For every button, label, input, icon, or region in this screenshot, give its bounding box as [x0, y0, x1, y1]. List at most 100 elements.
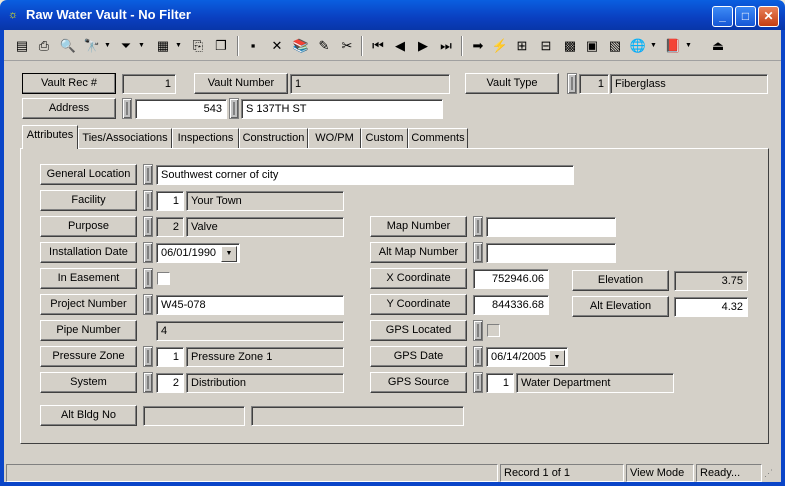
- system-lookup-icon[interactable]: [143, 372, 153, 393]
- gis-icon[interactable]: ▧: [604, 35, 626, 57]
- address-street-field[interactable]: S 137TH ST: [241, 99, 443, 119]
- purpose-button[interactable]: Purpose: [40, 216, 137, 237]
- y-coordinate-field[interactable]: 844336.68: [473, 295, 549, 315]
- general-location-lookup-icon[interactable]: [143, 164, 153, 185]
- alt-map-number-button[interactable]: Alt Map Number: [370, 242, 467, 263]
- new-record-icon[interactable]: ▪: [242, 35, 264, 57]
- globe-icon[interactable]: 🌐: [627, 35, 649, 57]
- duplicate-icon[interactable]: ❐: [210, 35, 232, 57]
- project-number-lookup-icon[interactable]: [143, 294, 153, 315]
- prev-record-icon[interactable]: ◀: [389, 35, 411, 57]
- installation-date-button[interactable]: Installation Date: [40, 242, 137, 263]
- alt-bldg-no-button[interactable]: Alt Bldg No: [40, 405, 137, 426]
- in-easement-checkbox[interactable]: [157, 272, 170, 285]
- delete-icon[interactable]: ✕: [266, 35, 288, 57]
- system-code[interactable]: 2: [156, 373, 184, 393]
- pressure-zone-button[interactable]: Pressure Zone: [40, 346, 137, 367]
- x-coordinate-field[interactable]: 752946.06: [473, 269, 549, 289]
- next-record-icon[interactable]: ▶: [412, 35, 434, 57]
- exit-icon[interactable]: ⏏: [707, 35, 729, 57]
- lightning-icon[interactable]: ⚡: [489, 35, 511, 57]
- system-button[interactable]: System: [40, 372, 137, 393]
- gps-date-field[interactable]: 06/14/2005 ▼: [486, 347, 568, 367]
- installation-date-field[interactable]: 06/01/1990 ▼: [156, 243, 240, 263]
- vault-type-lookup-icon[interactable]: [567, 73, 577, 94]
- calculator-icon[interactable]: ▣: [581, 35, 603, 57]
- tab-ties-associations[interactable]: Ties/Associations: [78, 128, 172, 148]
- maximize-button[interactable]: □: [735, 6, 756, 27]
- minimize-button[interactable]: _: [712, 6, 733, 27]
- resize-grip-icon[interactable]: ⋰: [764, 466, 778, 480]
- tab-wo-pm[interactable]: WO/PM: [308, 128, 361, 148]
- gps-located-checkbox[interactable]: [487, 324, 500, 337]
- gps-date-button[interactable]: GPS Date: [370, 346, 467, 367]
- map-number-button[interactable]: Map Number: [370, 216, 467, 237]
- in-easement-button[interactable]: In Easement: [40, 268, 137, 289]
- find-icon[interactable]: 🔭: [81, 35, 103, 57]
- dropdown-arrow-icon[interactable]: ▼: [175, 35, 182, 57]
- gps-located-button[interactable]: GPS Located: [370, 320, 467, 341]
- installation-date-lookup-icon[interactable]: [143, 242, 153, 263]
- y-coordinate-button[interactable]: Y Coordinate: [370, 294, 467, 315]
- general-location-field[interactable]: Southwest corner of city: [156, 165, 574, 185]
- installation-date-dropdown-icon[interactable]: ▼: [221, 246, 237, 262]
- facility-code[interactable]: 1: [156, 191, 184, 211]
- tab-inspections[interactable]: Inspections: [172, 128, 239, 148]
- edit-pencil-icon[interactable]: ✎: [313, 35, 335, 57]
- vault-rec-button[interactable]: Vault Rec #: [22, 73, 116, 94]
- general-location-button[interactable]: General Location: [40, 164, 137, 185]
- save-icon[interactable]: ▤: [11, 35, 33, 57]
- alt-map-number-field[interactable]: [486, 243, 616, 263]
- in-easement-lookup-icon[interactable]: [143, 268, 153, 289]
- tab-attributes[interactable]: Attributes: [22, 125, 78, 149]
- map-icon[interactable]: ▩: [559, 35, 581, 57]
- vault-number-button[interactable]: Vault Number: [194, 73, 288, 94]
- print-preview-icon[interactable]: 🔍: [57, 35, 79, 57]
- alt-map-number-lookup-icon[interactable]: [473, 242, 483, 263]
- gps-source-lookup-icon[interactable]: [473, 372, 483, 393]
- dropdown-arrow-icon[interactable]: ▼: [650, 35, 657, 57]
- pressure-zone-code[interactable]: 1: [156, 347, 184, 367]
- address-button[interactable]: Address: [22, 98, 116, 119]
- goto-icon[interactable]: ➡: [467, 35, 489, 57]
- map-link-icon[interactable]: ⊞: [511, 35, 533, 57]
- book-icon[interactable]: 📕: [662, 35, 684, 57]
- first-record-icon[interactable]: ⏮: [367, 35, 389, 57]
- report-icon[interactable]: ▦: [152, 35, 174, 57]
- pressure-zone-lookup-icon[interactable]: [143, 346, 153, 367]
- address-number-field[interactable]: 543: [135, 99, 227, 119]
- project-number-button[interactable]: Project Number: [40, 294, 137, 315]
- alt-elevation-field[interactable]: 4.32: [674, 297, 748, 317]
- gps-located-lookup-icon[interactable]: [473, 320, 483, 341]
- street-lookup-icon[interactable]: [229, 98, 239, 119]
- close-button[interactable]: ✕: [758, 6, 779, 27]
- books-icon[interactable]: 📚: [290, 35, 312, 57]
- map-number-field[interactable]: [486, 217, 616, 237]
- gps-source-code[interactable]: 1: [486, 373, 514, 393]
- gps-date-dropdown-icon[interactable]: ▼: [549, 350, 565, 366]
- tab-custom[interactable]: Custom: [361, 128, 408, 148]
- address-lookup-icon[interactable]: [122, 98, 132, 119]
- cut-icon[interactable]: ✂: [336, 35, 358, 57]
- facility-lookup-icon[interactable]: [143, 190, 153, 211]
- tree-icon[interactable]: ⊟: [535, 35, 557, 57]
- tab-comments[interactable]: Comments: [408, 128, 468, 148]
- map-number-lookup-icon[interactable]: [473, 216, 483, 237]
- gps-date-lookup-icon[interactable]: [473, 346, 483, 367]
- facility-button[interactable]: Facility: [40, 190, 137, 211]
- purpose-lookup-icon[interactable]: [143, 216, 153, 237]
- tab-construction[interactable]: Construction: [239, 128, 308, 148]
- app-icon[interactable]: ☼: [5, 8, 21, 22]
- dropdown-arrow-icon[interactable]: ▼: [138, 35, 145, 57]
- last-record-icon[interactable]: ⏭: [435, 35, 457, 57]
- print-icon[interactable]: ⎙: [33, 35, 55, 57]
- alt-elevation-button[interactable]: Alt Elevation: [572, 296, 669, 317]
- pipe-number-button[interactable]: Pipe Number: [40, 320, 137, 341]
- elevation-button[interactable]: Elevation: [572, 270, 669, 291]
- x-coordinate-button[interactable]: X Coordinate: [370, 268, 467, 289]
- vault-type-button[interactable]: Vault Type: [465, 73, 559, 94]
- filter-icon[interactable]: ⏷: [115, 35, 137, 57]
- dropdown-arrow-icon[interactable]: ▼: [104, 35, 111, 57]
- gps-source-button[interactable]: GPS Source: [370, 372, 467, 393]
- copy-record-icon[interactable]: ⎘: [187, 35, 209, 57]
